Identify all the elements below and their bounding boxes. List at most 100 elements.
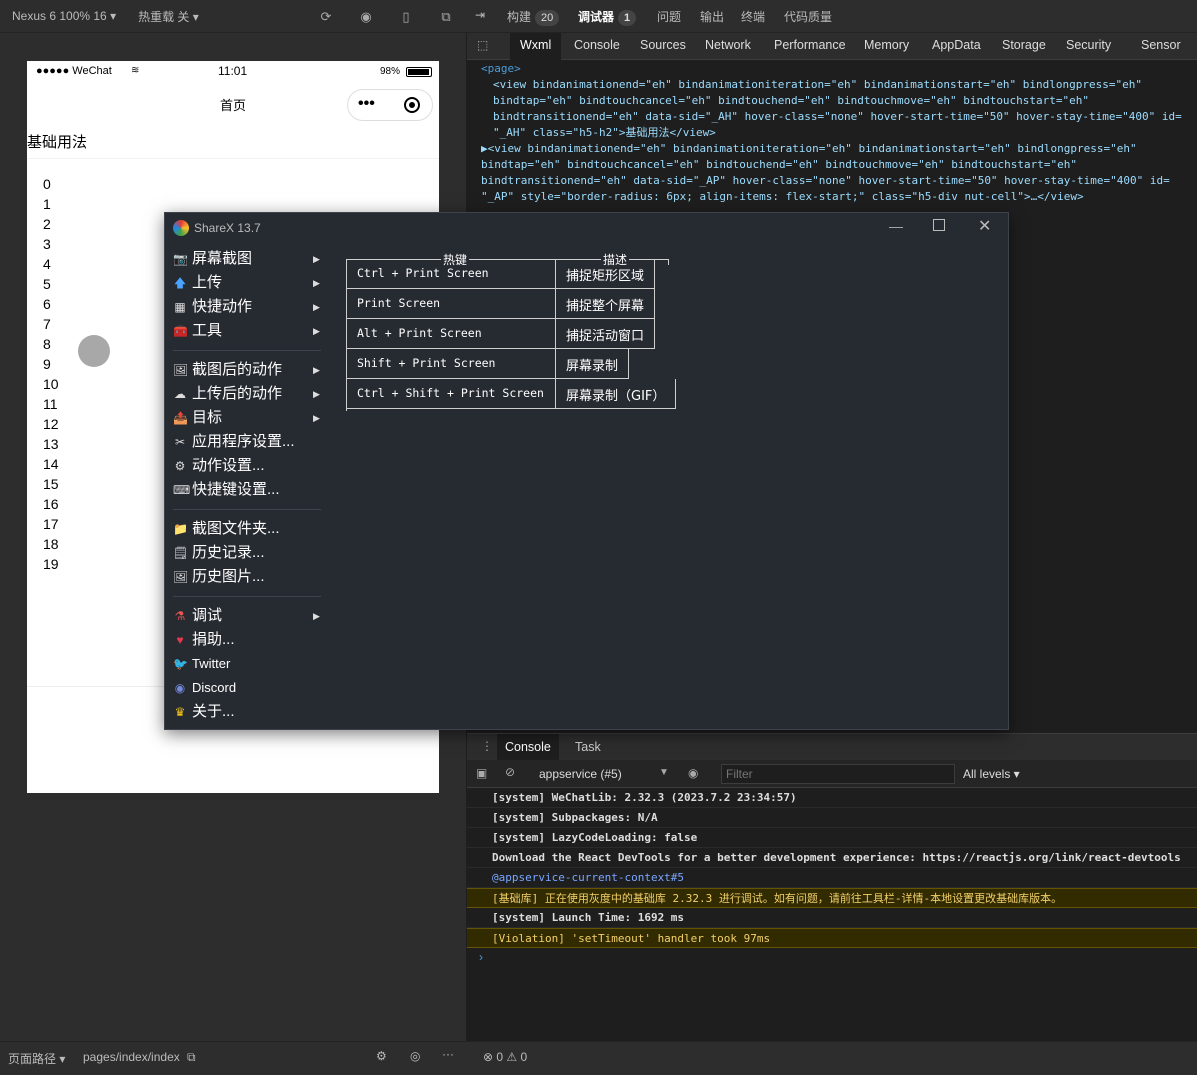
page-path-label[interactable]: 页面路径 ▾ bbox=[8, 1050, 65, 1067]
menu-item-label: 动作设置... bbox=[192, 457, 265, 474]
levels-select[interactable]: All levels ▾ bbox=[963, 767, 1020, 781]
menu-item[interactable]: ⚗ 调试 ▶ bbox=[165, 604, 325, 628]
wxml-line[interactable]: bindtap="eh" bindtouchcancel="eh" bindto… bbox=[481, 157, 1197, 173]
wxml-line[interactable]: ▶<view bindanimationend="eh" bindanimati… bbox=[481, 141, 1197, 157]
console-line[interactable]: @appservice-current-context#5 bbox=[467, 868, 1197, 888]
menu-item[interactable]: ☁ 上传后的动作 ▶ bbox=[165, 382, 325, 406]
bug-icon[interactable]: ⚙ bbox=[376, 1049, 387, 1063]
menu-item[interactable]: ⚙ 动作设置... bbox=[165, 454, 325, 478]
close-target-icon[interactable] bbox=[404, 97, 420, 113]
menu-item[interactable]: 🡅 上传 ▶ bbox=[165, 271, 325, 295]
tab-0[interactable]: 构建 20 bbox=[507, 8, 560, 26]
maximize-icon[interactable] bbox=[933, 219, 945, 231]
menu-item[interactable]: 🐦 Twitter bbox=[165, 652, 325, 676]
drawer-menu-icon[interactable]: ⋮ bbox=[481, 739, 493, 753]
tab-performance[interactable]: Performance bbox=[774, 38, 846, 52]
phone-icon[interactable]: ▯ bbox=[398, 9, 414, 25]
table-row: Shift + Print Screen 屏幕录制 bbox=[346, 349, 671, 379]
tab-label: 构建 bbox=[507, 10, 532, 24]
menu-item[interactable]: 🧰 工具 ▶ bbox=[165, 319, 325, 343]
window-icon[interactable]: ⧉ bbox=[438, 9, 454, 25]
wxml-line[interactable]: bindtransitionend="eh" data-sid="_AH" ho… bbox=[481, 109, 1197, 125]
menu-item-label: 工具 bbox=[192, 322, 223, 339]
menu-item[interactable]: 📤 目标 ▶ bbox=[165, 406, 325, 430]
console-prompt-icon[interactable]: › bbox=[479, 950, 483, 964]
clear-console-icon[interactable]: ⊘ bbox=[505, 765, 515, 779]
menu-item[interactable]: ✂ 应用程序设置... bbox=[165, 430, 325, 454]
device-select[interactable]: Nexus 6 100% 16 ▾ bbox=[12, 9, 116, 23]
menu-item[interactable]: ♛ 关于... bbox=[165, 700, 325, 724]
menu-item[interactable]: ◉ Discord bbox=[165, 676, 325, 700]
filter-input[interactable] bbox=[721, 764, 955, 784]
menu-item[interactable]: ⌨ 快捷键设置... bbox=[165, 478, 325, 502]
tab-task[interactable]: Task bbox=[567, 734, 609, 761]
wxml-line[interactable]: <page> bbox=[481, 61, 1197, 77]
menu-item[interactable]: 🖼 历史图片... bbox=[165, 565, 325, 589]
eye-icon[interactable]: ◎ bbox=[410, 1049, 420, 1063]
hot-reload-toggle[interactable]: 热重载 关 ▾ bbox=[138, 8, 199, 25]
page-path: pages/index/index bbox=[83, 1050, 180, 1064]
list-item: 10 bbox=[43, 376, 59, 392]
eye-icon[interactable]: ◉ bbox=[688, 766, 698, 780]
menu-item-label: 快捷动作 bbox=[192, 298, 253, 315]
stop-icon[interactable]: ◉ bbox=[358, 9, 374, 25]
chevron-down-icon[interactable]: ▼ bbox=[659, 767, 669, 778]
crown-icon: ♛ bbox=[174, 705, 186, 719]
tab-console[interactable]: Console bbox=[574, 38, 620, 52]
wxml-line[interactable]: <view bindanimationend="eh" bindanimatio… bbox=[481, 77, 1197, 93]
menu-item[interactable]: ♥ 捐助... bbox=[165, 628, 325, 652]
minimize-icon[interactable]: — bbox=[889, 218, 903, 234]
hotkey-cell: Alt + Print Screen bbox=[346, 319, 556, 349]
tab-appdata[interactable]: AppData bbox=[932, 38, 981, 52]
target-icon: 📤 bbox=[173, 411, 188, 425]
menu-item[interactable]: 🗒 历史记录... bbox=[165, 541, 325, 565]
cloud-icon: ☁ bbox=[174, 387, 186, 401]
submenu-arrow-icon: ▶ bbox=[313, 278, 320, 288]
error-warning-count[interactable]: ⊗ 0 ⚠ 0 bbox=[483, 1050, 527, 1064]
menu-item[interactable]: 📁 截图文件夹... bbox=[165, 517, 325, 541]
console-line: [基础库] 正在使用灰度中的基础库 2.32.3 进行调试。如有问题，请前往工具… bbox=[467, 888, 1197, 908]
copy-icon[interactable]: ⧉ bbox=[187, 1050, 196, 1065]
menu-item[interactable]: ▦ 快捷动作 ▶ bbox=[165, 295, 325, 319]
submenu-arrow-icon: ▶ bbox=[313, 365, 320, 375]
collapse-icon[interactable]: ⇥ bbox=[475, 8, 485, 22]
more-icon[interactable]: ··· bbox=[442, 1047, 454, 1061]
menu-item-label: 捐助... bbox=[192, 631, 235, 648]
tab-2[interactable]: 问题 bbox=[657, 8, 681, 25]
tab-sensor[interactable]: Sensor bbox=[1141, 38, 1181, 52]
inspect-icon[interactable]: ⬚ bbox=[477, 38, 488, 52]
table-row: Alt + Print Screen 捕捉活动窗口 bbox=[346, 319, 671, 349]
menu-item-label: 调试 bbox=[192, 607, 223, 624]
tab-badge: 20 bbox=[535, 10, 560, 26]
tab-3[interactable]: 输出 bbox=[700, 8, 724, 25]
console-text: [Violation] 'setTimeout' handler took 97… bbox=[492, 932, 771, 945]
tab-4[interactable]: 终端 bbox=[741, 8, 765, 25]
context-select[interactable]: appservice (#5) bbox=[539, 767, 622, 781]
wxml-line[interactable]: "_AH" class="h5-h2">基础用法</view> bbox=[481, 125, 1197, 141]
list-item: 0 bbox=[43, 176, 51, 192]
table-row: Ctrl + Shift + Print Screen 屏幕录制（GIF） bbox=[346, 379, 677, 409]
tab-storage[interactable]: Storage bbox=[1002, 38, 1046, 52]
tab-1[interactable]: 调试器 1 bbox=[578, 8, 637, 26]
tab-5[interactable]: 代码质量 bbox=[784, 8, 832, 25]
menu-item[interactable]: 📷 屏幕截图 ▶ bbox=[165, 247, 325, 271]
tab-console[interactable]: Console bbox=[497, 734, 559, 761]
tab-wxml[interactable]: Wxml bbox=[510, 33, 562, 60]
refresh-icon[interactable]: ⟳ bbox=[318, 9, 334, 25]
wxml-line[interactable]: bindtap="eh" bindtouchcancel="eh" bindto… bbox=[481, 93, 1197, 109]
menu-item[interactable]: 🖼 截图后的动作 ▶ bbox=[165, 358, 325, 382]
close-icon[interactable]: ✕ bbox=[978, 216, 991, 236]
battery-percent: 98% bbox=[380, 66, 401, 77]
wxml-line[interactable]: bindtransitionend="eh" data-sid="_AP" ho… bbox=[481, 173, 1197, 189]
keyboard-icon: ⌨ bbox=[173, 483, 191, 497]
sidebar-toggle-icon[interactable]: ▣ bbox=[476, 766, 487, 780]
wxml-line[interactable]: "_AP" style="border-radius: 6px; align-i… bbox=[481, 189, 1197, 205]
console-line: [system] Launch Time: 1692 ms bbox=[467, 908, 1197, 928]
tab-memory[interactable]: Memory bbox=[864, 38, 909, 52]
more-icon[interactable]: ••• bbox=[358, 95, 375, 113]
tab-security[interactable]: Security bbox=[1066, 38, 1111, 52]
sharex-logo-icon bbox=[173, 220, 189, 236]
list-item: 17 bbox=[43, 516, 59, 532]
tab-sources[interactable]: Sources bbox=[640, 38, 686, 52]
tab-network[interactable]: Network bbox=[705, 38, 751, 52]
